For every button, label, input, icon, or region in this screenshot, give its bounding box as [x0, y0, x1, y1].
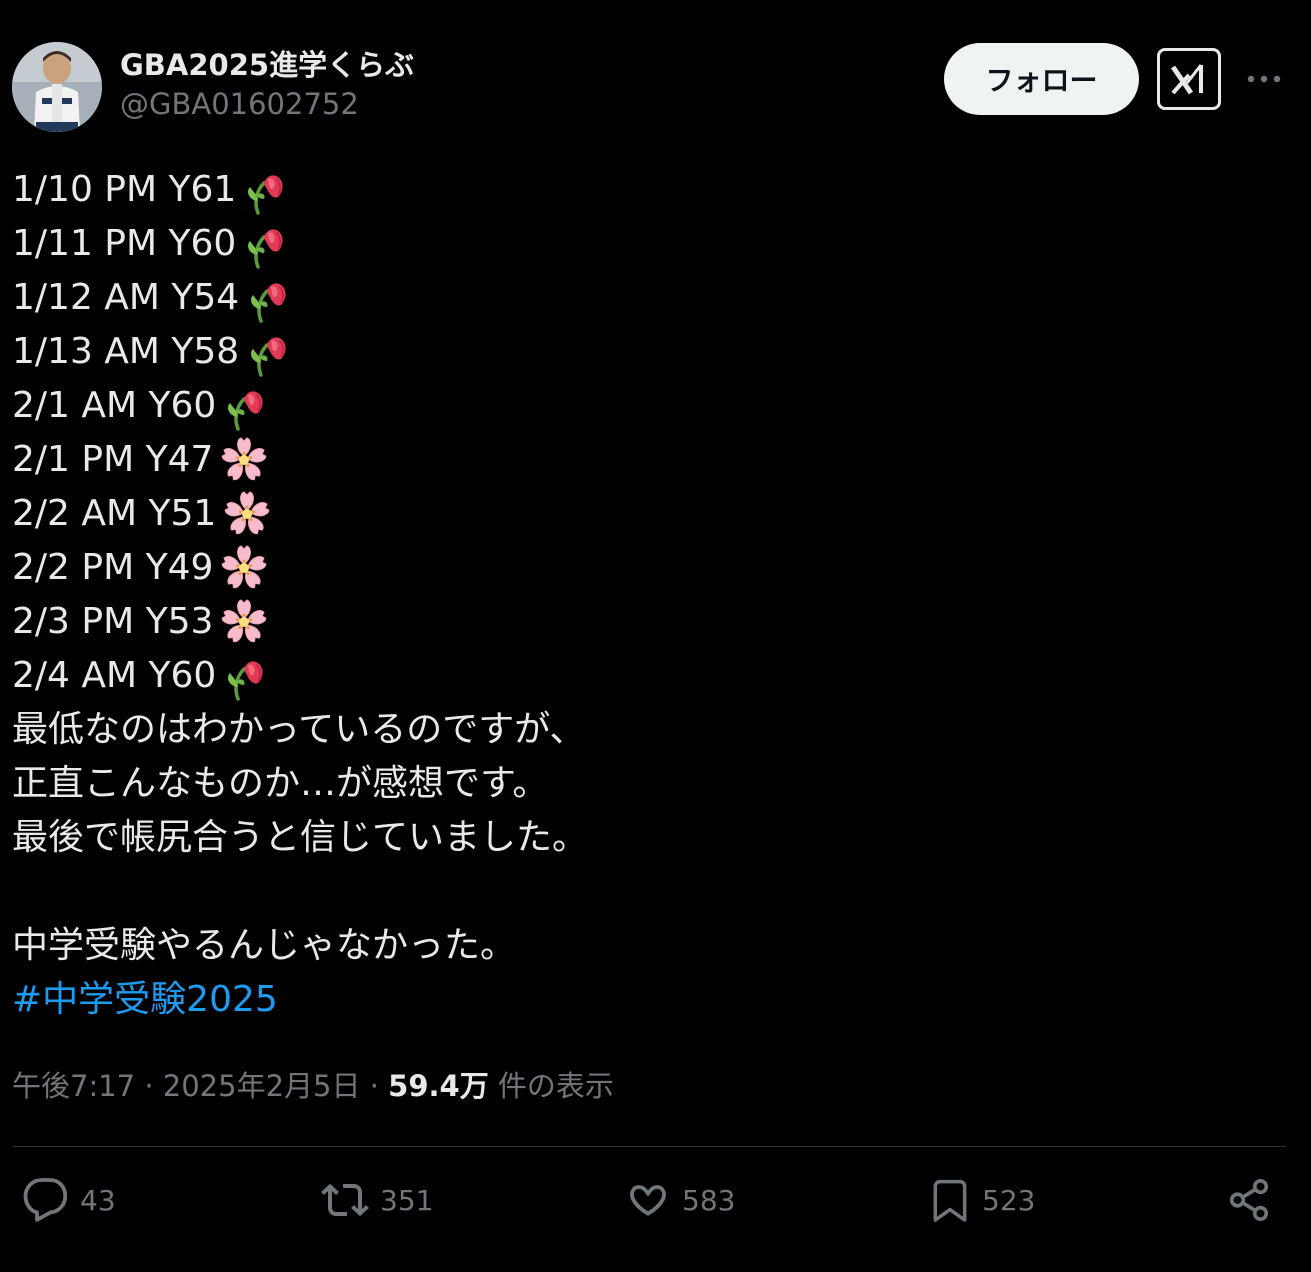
bookmark-icon — [933, 1179, 967, 1222]
result-line: 2/2 PM Y49 — [12, 541, 1292, 595]
result-line: 1/11 PM Y60 — [12, 217, 1292, 271]
result-text: 1/12 AM Y54 — [12, 277, 240, 318]
share-icon — [1229, 1179, 1269, 1221]
tweet-time[interactable]: 午後7:17 — [12, 1069, 135, 1103]
meta-separator: · — [135, 1069, 163, 1103]
like-button[interactable]: 583 — [624, 1170, 735, 1230]
more-options-button[interactable] — [1244, 64, 1284, 94]
meta-separator: · — [360, 1069, 389, 1103]
result-line: 2/3 PM Y53 — [12, 595, 1292, 649]
cherry-blossom-icon — [222, 489, 272, 539]
hashtag-link[interactable]: #中学受験2025 — [12, 973, 278, 1027]
reply-button[interactable]: 43 — [22, 1170, 116, 1230]
result-line: 1/13 AM Y58 — [12, 325, 1292, 379]
wilted-flower-icon — [242, 165, 292, 215]
result-text: 1/11 PM Y60 — [12, 223, 237, 264]
wilted-flower-icon — [245, 273, 295, 323]
result-line: 2/1 AM Y60 — [12, 379, 1292, 433]
repost-icon — [321, 1183, 369, 1217]
more-icon — [1247, 75, 1281, 83]
result-text: 2/2 PM Y49 — [12, 547, 214, 588]
text-line: 正直こんなものか…が感想です。 — [12, 763, 549, 804]
tweet-date[interactable]: 2025年2月5日 — [163, 1069, 361, 1103]
result-text: 2/1 PM Y47 — [12, 439, 214, 480]
result-text: 1/13 AM Y58 — [12, 331, 240, 372]
result-text: 1/10 PM Y61 — [12, 169, 237, 210]
follow-button[interactable]: フォロー — [944, 43, 1139, 115]
repost-button[interactable]: 351 — [320, 1170, 433, 1230]
wilted-flower-icon — [222, 651, 272, 701]
share-button[interactable] — [1226, 1170, 1272, 1230]
cherry-blossom-icon — [219, 435, 269, 485]
result-line: 2/4 AM Y60 — [12, 649, 1292, 703]
tweet-meta: 午後7:17 · 2025年2月5日 · 59.4万 件の表示 — [12, 1066, 614, 1106]
views-label: 件の表示 — [488, 1069, 614, 1103]
tweet-text: 1/10 PM Y61 1/11 PM Y60 1/12 AM Y54 1/13… — [12, 163, 1292, 1027]
result-line: 1/12 AM Y54 — [12, 271, 1292, 325]
result-text: 2/1 AM Y60 — [12, 385, 217, 426]
result-line: 1/10 PM Y61 — [12, 163, 1292, 217]
display-name[interactable]: GBA2025進学くらぶ — [120, 46, 414, 84]
reply-icon — [23, 1178, 68, 1222]
repost-count: 351 — [380, 1183, 434, 1217]
cherry-blossom-icon — [219, 597, 269, 647]
divider — [12, 1146, 1286, 1147]
tweet-header: GBA2025進学くらぶ @GBA01602752 フォロー — [12, 42, 1299, 134]
text-line: 最後で帳尻合うと信じていました。 — [12, 817, 589, 858]
result-line: 2/2 AM Y51 — [12, 487, 1292, 541]
reply-count: 43 — [80, 1183, 116, 1217]
text-line: 最低なのはわかっているのですが、 — [12, 709, 586, 750]
user-names: GBA2025進学くらぶ @GBA01602752 — [120, 46, 414, 124]
cherry-blossom-icon — [219, 543, 269, 593]
hashtag-line: #中学受験2025 — [12, 973, 1292, 1027]
action-bar: 43 351 583 523 — [0, 1170, 1311, 1230]
wilted-flower-icon — [242, 219, 292, 269]
wilted-flower-icon — [245, 327, 295, 377]
result-text: 2/4 AM Y60 — [12, 655, 217, 696]
result-line: 2/1 PM Y47 — [12, 433, 1292, 487]
result-text: 2/3 PM Y53 — [12, 601, 214, 642]
result-text: 2/2 AM Y51 — [12, 493, 217, 534]
bookmark-button[interactable]: 523 — [928, 1170, 1035, 1230]
user-handle[interactable]: @GBA01602752 — [120, 84, 414, 124]
bookmark-count: 523 — [982, 1183, 1036, 1217]
avatar[interactable] — [12, 42, 102, 132]
grok-icon — [1170, 64, 1203, 95]
text-line: 中学受験やるんじゃなかった。 — [12, 925, 517, 966]
like-count: 583 — [682, 1183, 736, 1217]
wilted-flower-icon — [222, 381, 272, 431]
heart-icon — [630, 1185, 666, 1216]
views-count: 59.4万 — [388, 1069, 489, 1103]
grok-button[interactable] — [1157, 48, 1221, 110]
